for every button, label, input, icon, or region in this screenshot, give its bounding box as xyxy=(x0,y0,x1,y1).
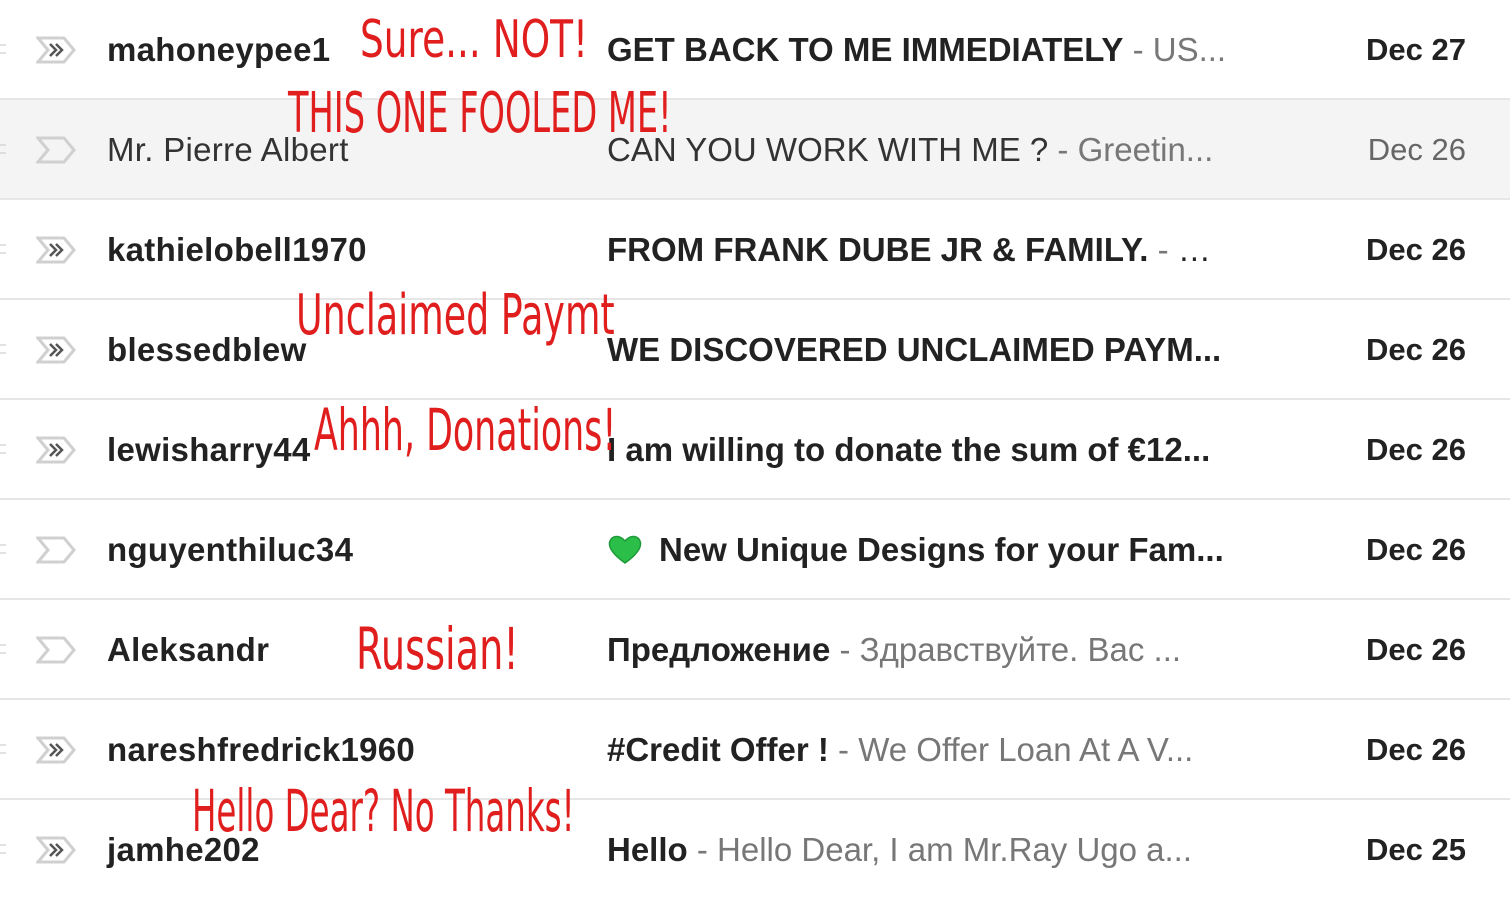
sender-name: nguyenthiluc34 xyxy=(107,531,354,568)
subject-separator: - xyxy=(1123,31,1153,68)
subject-line: CAN YOU WORK WITH ME ? - Greetin... xyxy=(607,100,1229,200)
important-marker-icon[interactable] xyxy=(36,34,76,66)
subject: #Credit Offer ! xyxy=(607,731,829,768)
subject: Hello xyxy=(607,831,688,868)
subject-separator: - xyxy=(1148,231,1178,268)
snippet: Greetin... xyxy=(1077,131,1214,168)
subject: I am willing to donate the sum of €12... xyxy=(607,431,1211,468)
important-marker-icon[interactable] xyxy=(36,334,76,366)
subject-line: Hello - Hello Dear, I am Mr.Ray Ugo a... xyxy=(607,800,1229,900)
subject-separator: - xyxy=(830,631,860,668)
snippet: Hello Dear, I am Mr.Ray Ugo a... xyxy=(717,831,1193,868)
subject-separator: - xyxy=(687,831,718,868)
subject: New Unique Designs for your Fam... xyxy=(659,531,1224,568)
important-marker-icon[interactable] xyxy=(36,734,76,766)
row-edge xyxy=(0,44,6,54)
message-row[interactable]: blessedblew WE DISCOVERED UNCLAIMED PAYM… xyxy=(0,300,1510,400)
important-marker-icon[interactable] xyxy=(36,634,76,666)
subject: Предложение xyxy=(607,631,831,668)
message-date: Dec 26 xyxy=(1366,632,1466,667)
sender-name: Aleksandr xyxy=(107,631,270,668)
message-row[interactable]: Aleksandr Предложение - Здравствуйте. Ва… xyxy=(0,600,1510,700)
important-marker-icon[interactable] xyxy=(36,134,76,166)
subject-line: #Credit Offer ! - We Offer Loan At A V..… xyxy=(607,700,1229,800)
message-date: Dec 26 xyxy=(1366,232,1466,267)
annotation-unclaimed-paymt: Unclaimed Paymt xyxy=(296,283,615,348)
subject: GET BACK TO ME IMMEDIATELY xyxy=(607,31,1124,68)
message-date: Dec 26 xyxy=(1367,132,1466,167)
subject-line: I am willing to donate the sum of €12... xyxy=(607,400,1229,500)
message-row[interactable]: Mr. Pierre Albert CAN YOU WORK WITH ME ?… xyxy=(0,100,1510,200)
subject-separator: - xyxy=(828,731,859,768)
message-date: Dec 26 xyxy=(1366,532,1466,567)
subject-separator: - xyxy=(1048,131,1078,168)
subject-line: New Unique Designs for your Fam... xyxy=(607,500,1229,600)
snippet: We Offer Loan At A V... xyxy=(858,731,1194,768)
sender-name: blessedblew xyxy=(107,331,307,368)
annotation-russian: Russian! xyxy=(356,615,519,683)
snippet: US... xyxy=(1152,31,1227,68)
row-edge xyxy=(0,644,6,654)
message-date: Dec 27 xyxy=(1366,32,1466,67)
message-row[interactable]: lewisharry44 I am willing to donate the … xyxy=(0,400,1510,500)
subject-line: FROM FRANK DUBE JR & FAMILY. - G... xyxy=(607,200,1229,300)
important-marker-icon[interactable] xyxy=(36,434,76,466)
important-marker-icon[interactable] xyxy=(36,234,76,266)
row-edge xyxy=(0,444,6,454)
message-row[interactable]: mahoneypee1 GET BACK TO ME IMMEDIATELY -… xyxy=(0,0,1510,100)
message-row[interactable]: nguyenthiluc34 New Unique Designs for yo… xyxy=(0,500,1510,600)
message-date: Dec 26 xyxy=(1366,332,1466,367)
row-edge xyxy=(0,744,6,754)
annotation-sure-not: Sure... NOT! xyxy=(360,10,589,70)
row-edge xyxy=(0,844,6,854)
message-list: mahoneypee1 GET BACK TO ME IMMEDIATELY -… xyxy=(0,0,1510,889)
subject: CAN YOU WORK WITH ME ? xyxy=(607,131,1049,168)
row-edge xyxy=(0,144,6,154)
subject-line: GET BACK TO ME IMMEDIATELY - US... xyxy=(607,0,1229,100)
subject: FROM FRANK DUBE JR & FAMILY. xyxy=(607,231,1149,268)
annotation-hello-dear: Hello Dear? No Thanks! xyxy=(192,777,575,845)
message-date: Dec 25 xyxy=(1366,832,1466,867)
annotation-fooled-me: THIS ONE FOOLED ME! xyxy=(288,81,672,146)
snippet: Здравствуйте. Вас ... xyxy=(859,631,1182,668)
message-date: Dec 26 xyxy=(1366,432,1466,467)
row-edge xyxy=(0,244,6,254)
important-marker-icon[interactable] xyxy=(36,534,76,566)
subject-line: Предложение - Здравствуйте. Вас ... xyxy=(607,600,1229,700)
row-edge xyxy=(0,544,6,554)
row-edge xyxy=(0,344,6,354)
message-date: Dec 26 xyxy=(1366,732,1466,767)
important-marker-icon[interactable] xyxy=(36,834,76,866)
green-heart-icon xyxy=(608,535,642,564)
message-row[interactable]: kathielobell1970 FROM FRANK DUBE JR & FA… xyxy=(0,200,1510,300)
subject-line: WE DISCOVERED UNCLAIMED PAYM... xyxy=(607,300,1229,400)
subject: WE DISCOVERED UNCLAIMED PAYM... xyxy=(607,331,1222,368)
sender-name: lewisharry44 xyxy=(107,431,311,468)
annotation-donations: Ahhh, Donations! xyxy=(314,396,617,464)
